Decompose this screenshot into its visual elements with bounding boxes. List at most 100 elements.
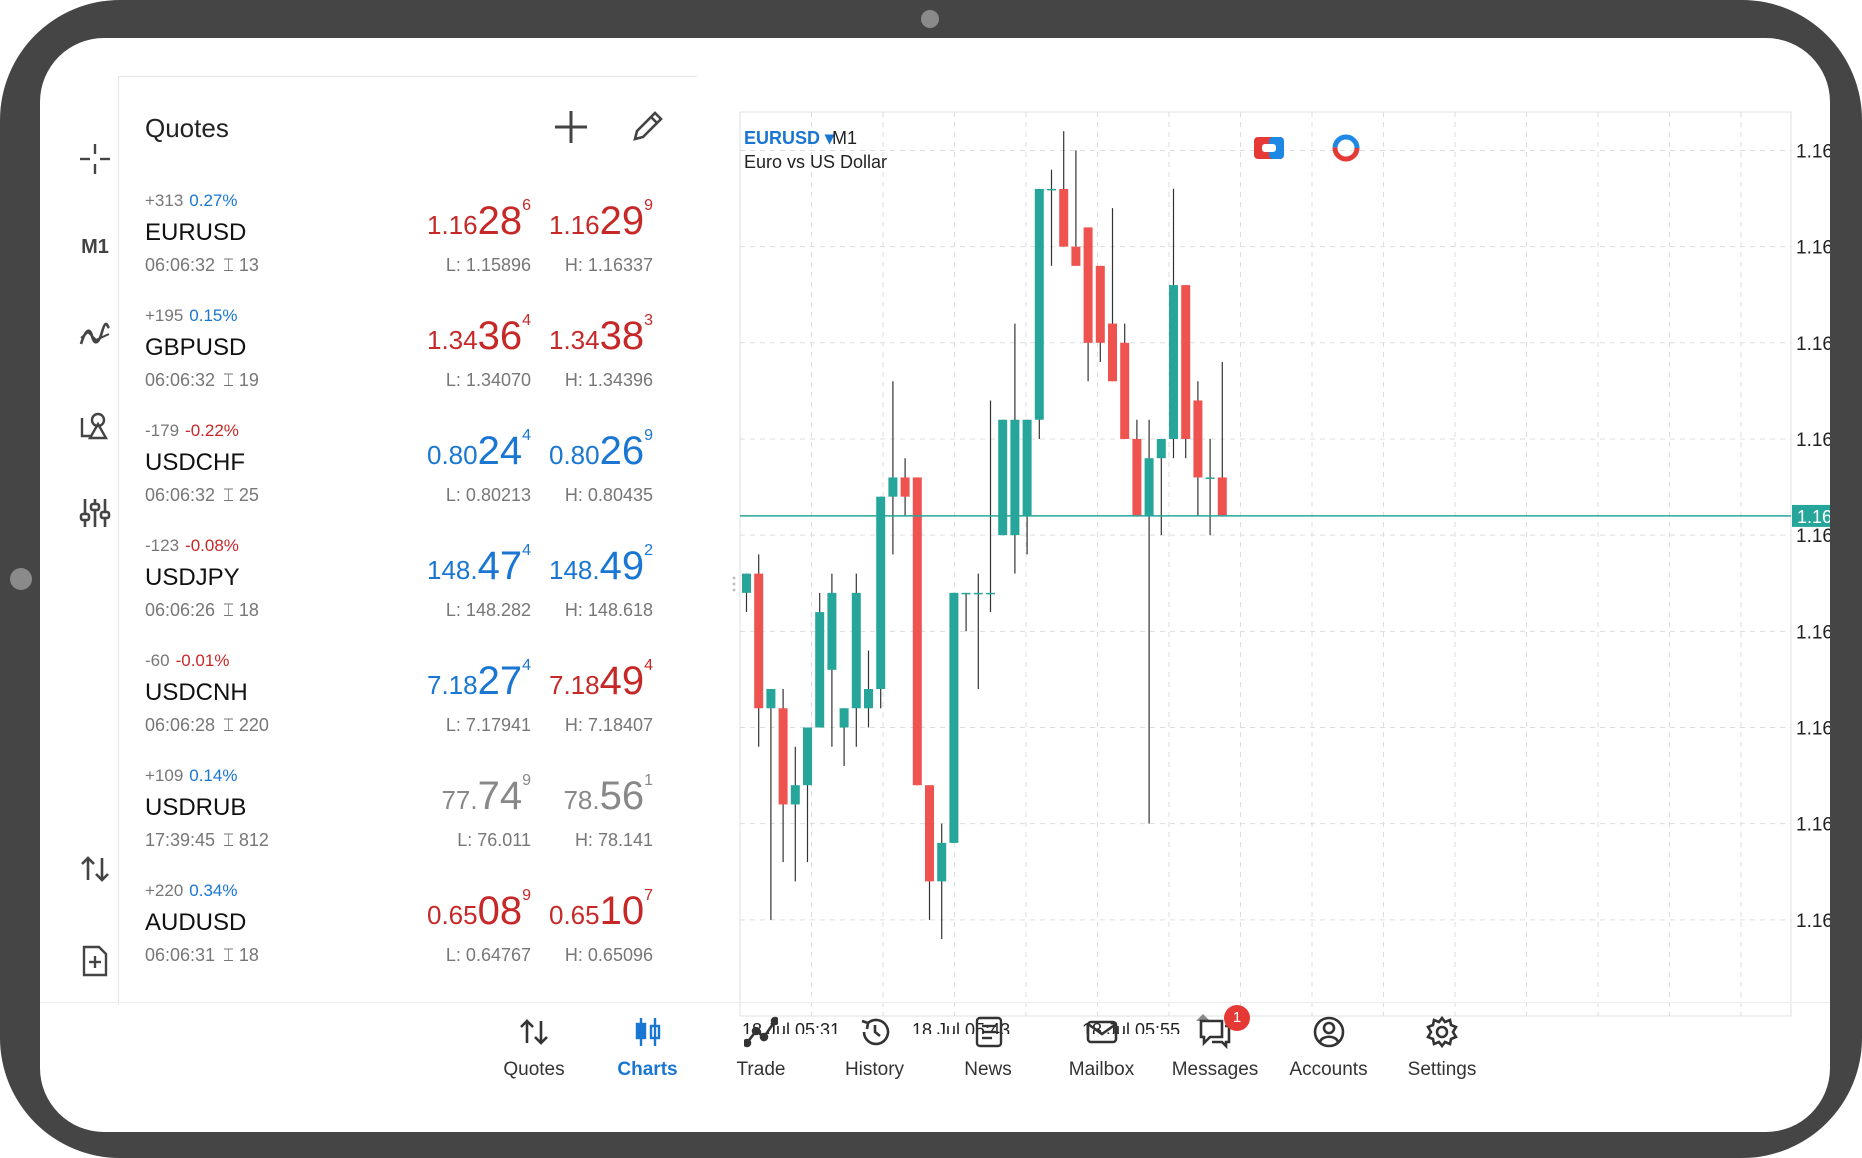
candle-body bbox=[888, 477, 898, 497]
nav-trade[interactable]: Trade bbox=[706, 1015, 816, 1081]
ask-price[interactable]: 1.16299 bbox=[549, 197, 653, 244]
nav-settings[interactable]: Settings bbox=[1387, 1015, 1497, 1081]
quotes-list: +313 0.27% EURUSD 06:06:32 ⌶ 13 1.16286 1.1629… bbox=[119, 187, 697, 992]
objects-icon bbox=[80, 412, 109, 440]
quote-change: +313 0.27% bbox=[145, 191, 238, 210]
add-symbol-button[interactable] bbox=[551, 107, 591, 147]
ask-price[interactable]: 0.65107 bbox=[549, 887, 653, 934]
nav-mailbox[interactable]: Mailbox bbox=[1047, 1015, 1157, 1081]
high-price: H: 0.80435 bbox=[564, 485, 653, 505]
plus-icon bbox=[555, 111, 587, 143]
resize-handle-dot bbox=[732, 588, 736, 592]
current-price-label: 1.16286 bbox=[1797, 507, 1830, 527]
one-click-icon[interactable] bbox=[1254, 137, 1284, 159]
left-toolbar: M1 bbox=[40, 76, 118, 1096]
candle-body bbox=[986, 592, 995, 595]
candle-body bbox=[1144, 458, 1154, 516]
quote-symbol: USDJPY bbox=[145, 564, 240, 591]
ask-price[interactable]: 7.18494 bbox=[549, 657, 653, 704]
candle-body bbox=[1132, 438, 1142, 516]
candle-body bbox=[998, 419, 1008, 536]
quote-time: 17:39:45 ⌶ 812 bbox=[145, 830, 269, 850]
high-price: H: 78.141 bbox=[574, 830, 653, 850]
ask-price[interactable]: 78.561 bbox=[563, 772, 653, 819]
nav-charts[interactable]: Charts bbox=[593, 1015, 703, 1081]
candle-body bbox=[1169, 285, 1178, 439]
spread-icon: ⌶ bbox=[223, 600, 239, 620]
bottom-navigation: Quotes Charts Trade History News Mailbox Messa… bbox=[40, 1002, 1830, 1103]
quote-change: +109 0.14% bbox=[145, 766, 238, 785]
nav-news[interactable]: News bbox=[933, 1015, 1043, 1081]
resize-handle-dot bbox=[732, 576, 736, 580]
quote-symbol: GBPUSD bbox=[145, 334, 247, 361]
plot-frame bbox=[739, 111, 1792, 1017]
quote-symbol: EURUSD bbox=[145, 219, 247, 246]
chart-symbol[interactable]: EURUSD ▾ bbox=[744, 128, 834, 149]
candle-body bbox=[1010, 419, 1020, 536]
quotes-title: Quotes bbox=[145, 113, 229, 143]
chart-timeframe: M1 bbox=[832, 128, 858, 148]
candle-body bbox=[1217, 477, 1227, 516]
candle-body bbox=[1156, 438, 1166, 459]
candle-body bbox=[961, 592, 971, 595]
candle-body bbox=[839, 708, 849, 728]
candle-body bbox=[900, 477, 910, 497]
nav-history[interactable]: History bbox=[820, 1015, 930, 1081]
bid-price[interactable]: 77.749 bbox=[441, 772, 531, 819]
spread-icon: ⌶ bbox=[223, 715, 239, 735]
candle-body bbox=[1034, 188, 1044, 420]
nav-label: Settings bbox=[1407, 1059, 1477, 1080]
nav-label: Trade bbox=[736, 1059, 786, 1080]
ask-price[interactable]: 1.34383 bbox=[549, 312, 653, 359]
indicator-icon bbox=[79, 322, 111, 345]
account-icon bbox=[1313, 1016, 1344, 1048]
high-price: H: 148.618 bbox=[564, 600, 653, 620]
quote-row-usdrub[interactable]: +109 0.14% USDRUB 17:39:45 ⌶ 812 77.749 78.561… bbox=[119, 762, 697, 877]
nav-label: Accounts bbox=[1289, 1059, 1368, 1080]
quote-row-usdchf[interactable]: -179 -0.22% USDCHF 06:06:32 ⌶ 25 0.80244 0.802… bbox=[119, 417, 697, 532]
quote-change: -179 -0.22% bbox=[145, 421, 239, 440]
ask-price[interactable]: 148.492 bbox=[549, 542, 653, 589]
nav-label: History bbox=[844, 1059, 905, 1080]
price-tick-label: 1.16280 bbox=[1796, 622, 1830, 643]
nav-label: Mailbox bbox=[1068, 1059, 1135, 1080]
quote-change: -60 -0.01% bbox=[145, 651, 230, 670]
bid-price[interactable]: 1.16286 bbox=[427, 197, 531, 244]
nav-quotes[interactable]: Quotes bbox=[479, 1015, 589, 1081]
resize-handle-dot bbox=[732, 582, 736, 586]
low-price: L: 7.17941 bbox=[445, 715, 531, 735]
price-chart[interactable]: 1.163051.163001.162951.162901.162851.162… bbox=[696, 76, 1830, 1034]
candle-body bbox=[1205, 477, 1215, 479]
arrows-updown-icon bbox=[520, 1019, 548, 1045]
bid-price[interactable]: 1.34364 bbox=[427, 312, 531, 359]
new-document-icon bbox=[82, 945, 108, 977]
quote-change: +220 0.34% bbox=[145, 881, 238, 900]
candle-body bbox=[1181, 285, 1191, 439]
quote-row-usdjpy[interactable]: -123 -0.08% USDJPY 06:06:26 ⌶ 18 148.474 148.4… bbox=[119, 532, 697, 647]
sliders-icon bbox=[79, 499, 111, 527]
bid-price[interactable]: 7.18274 bbox=[427, 657, 531, 704]
nav-messages[interactable]: Messages 1 bbox=[1160, 1005, 1270, 1081]
bid-price[interactable]: 0.65089 bbox=[427, 887, 531, 934]
bid-price[interactable]: 148.474 bbox=[427, 542, 531, 589]
mail-icon bbox=[1086, 1020, 1117, 1044]
chart-area[interactable]: 1.163051.163001.162951.162901.162851.162… bbox=[696, 76, 1830, 1034]
ask-price[interactable]: 0.80269 bbox=[549, 427, 653, 474]
nav-accounts[interactable]: Accounts bbox=[1274, 1015, 1384, 1081]
candle-body bbox=[925, 785, 934, 882]
nav-label: Charts bbox=[617, 1059, 678, 1080]
low-price: L: 1.34070 bbox=[445, 370, 531, 390]
nav-label: Messages bbox=[1171, 1059, 1259, 1080]
candle-body bbox=[1059, 188, 1069, 247]
high-price: H: 7.18407 bbox=[564, 715, 653, 735]
quote-row-usdcnh[interactable]: -60 -0.01% USDCNH 06:06:28 ⌶ 220 7.18274 7.184… bbox=[119, 647, 697, 762]
price-tick-label: 1.16275 bbox=[1796, 718, 1830, 739]
edit-list-button[interactable] bbox=[627, 107, 667, 147]
candle-body bbox=[827, 592, 837, 670]
bid-price[interactable]: 0.80244 bbox=[427, 427, 531, 474]
gear-icon bbox=[1426, 1015, 1458, 1049]
quote-row-eurusd[interactable]: +313 0.27% EURUSD 06:06:32 ⌶ 13 1.16286 1.1629… bbox=[119, 187, 697, 302]
quote-row-audusd[interactable]: +220 0.34% AUDUSD 06:06:31 ⌶ 18 0.65089 0.6510… bbox=[119, 877, 697, 992]
candle-body bbox=[742, 573, 751, 593]
quote-row-gbpusd[interactable]: +195 0.15% GBPUSD 06:06:32 ⌶ 19 1.34364 1.3438… bbox=[119, 302, 697, 417]
